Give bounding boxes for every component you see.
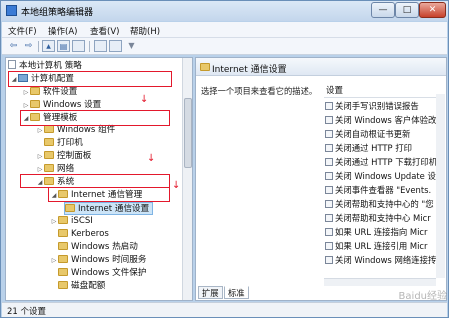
window: 本地组策略编辑器 — □ ✕ 文件(F) 操作(A) 查看(V) 帮助(H) ⇦… — [0, 0, 449, 318]
menu-help[interactable]: 帮助(H) — [130, 25, 160, 37]
folder-icon — [58, 268, 68, 276]
toolbar-separator — [38, 41, 39, 52]
tree-internet-comm-settings[interactable]: Internet 通信设置 — [64, 202, 154, 215]
folder-icon — [58, 229, 68, 237]
menu-view[interactable]: 查看(V) — [90, 25, 119, 37]
setting-row[interactable]: 关闭帮助和支持中心的 "您 — [325, 198, 434, 211]
setting-row[interactable]: 如果 URL 连接指向 Micr — [325, 226, 427, 239]
tree-scrollbar[interactable] — [182, 58, 192, 300]
folder-icon — [58, 281, 68, 289]
column-header-setting[interactable]: 设置 — [324, 84, 444, 98]
policy-icon — [325, 102, 333, 110]
toolbar: ⇦ ⇨ ▲ ▤ ▼ — [2, 38, 447, 55]
setting-row[interactable]: 关闭事件查看器 "Events. — [325, 184, 431, 197]
help-icon[interactable] — [109, 40, 122, 52]
policy-icon — [325, 186, 333, 194]
close-button[interactable]: ✕ — [419, 2, 446, 18]
folder-icon — [44, 151, 54, 159]
tree-windows-time[interactable]: ▷ Windows 时间服务 — [50, 254, 146, 267]
collapse-arrow-icon[interactable]: ▷ — [50, 254, 58, 267]
status-bar: 21 个设置 — [2, 302, 447, 317]
menu-file[interactable]: 文件(F) — [8, 25, 37, 37]
annotation-arrow-down-icon: ↓ — [172, 180, 181, 191]
up-level-icon[interactable]: ▲ — [42, 40, 55, 52]
tree-kerberos[interactable]: Kerberos — [50, 228, 109, 241]
collapse-arrow-icon[interactable]: ▷ — [22, 86, 30, 99]
details-title: Internet 通信设置 — [212, 65, 287, 75]
watermark: Baidu经验 — [398, 291, 447, 302]
setting-row[interactable]: 关闭 Windows Update 设 — [325, 170, 436, 183]
title-bar: 本地组策略编辑器 — □ ✕ — [1, 1, 448, 21]
policy-icon — [325, 256, 333, 264]
setting-row[interactable]: 关闭 Windows 网络连接抟 — [325, 254, 436, 267]
folder-icon — [58, 242, 68, 250]
app-icon — [6, 5, 17, 16]
tree-control-panel[interactable]: ▷ 控制面板 — [36, 150, 91, 163]
annotation-box-admin-templates — [20, 110, 170, 126]
policy-icon — [325, 158, 333, 166]
tree-scroll-thumb[interactable] — [184, 98, 192, 168]
setting-row[interactable]: 关闭手写识别错误报告 — [325, 100, 419, 113]
policy-icon — [325, 172, 333, 180]
forward-arrow-icon[interactable]: ⇨ — [22, 40, 35, 52]
folder-icon — [65, 204, 75, 212]
folder-icon — [44, 138, 54, 146]
folder-icon — [58, 216, 68, 224]
annotation-box-system — [20, 174, 170, 188]
back-arrow-icon[interactable]: ⇦ — [7, 40, 20, 52]
window-title: 本地组策略编辑器 — [21, 8, 94, 18]
properties-icon[interactable] — [94, 40, 107, 52]
policy-icon — [325, 228, 333, 236]
setting-row[interactable]: 关闭通过 HTTP 下载打印机 — [325, 156, 437, 169]
collapse-arrow-icon[interactable]: ▷ — [36, 150, 44, 163]
collapse-arrow-icon[interactable]: ▷ — [50, 215, 58, 228]
show-hide-tree-icon[interactable]: ▤ — [57, 40, 70, 52]
setting-row[interactable]: 关闭自动根证书更新 — [325, 128, 410, 141]
policy-icon — [325, 130, 333, 138]
folder-icon — [30, 100, 40, 108]
tree-windows-file-protection[interactable]: Windows 文件保护 — [50, 267, 146, 280]
policy-icon — [325, 242, 333, 250]
folder-icon — [44, 125, 54, 133]
tree-iscsi[interactable]: ▷ iSCSI — [50, 215, 93, 228]
status-text: 21 个设置 — [7, 307, 47, 317]
folder-icon — [200, 63, 210, 71]
filter-icon[interactable]: ▼ — [125, 40, 138, 52]
description-text: 选择一个项目来查看它的描述。 — [201, 86, 318, 96]
menu-action[interactable]: 操作(A) — [48, 25, 77, 37]
folder-icon — [58, 255, 68, 263]
setting-row[interactable]: 关闭 Windows 客户体验改 — [325, 114, 436, 127]
details-pane: Internet 通信设置 选择一个项目来查看它的描述。 设置 关闭手写识别错误… — [195, 57, 447, 301]
menu-bar: 文件(F) 操作(A) 查看(V) 帮助(H) — [2, 22, 447, 38]
details-header: Internet 通信设置 — [196, 58, 446, 76]
export-list-icon[interactable] — [72, 40, 85, 52]
tree-software-settings[interactable]: ▷ 软件设置 — [22, 86, 77, 99]
maximize-button[interactable]: □ — [395, 2, 419, 18]
policy-icon — [325, 200, 333, 208]
policy-doc-icon — [8, 60, 16, 69]
tab-standard[interactable]: 标准 — [224, 286, 249, 299]
toolbar-separator — [89, 41, 90, 52]
policy-icon — [325, 116, 333, 124]
tree-pane[interactable]: 本地计算机 策略 ◢ 计算机配置 ▷ 软件设置 ▷ Windows 设置 ◢ 管理模板 … — [5, 57, 193, 301]
folder-icon — [30, 87, 40, 95]
policy-icon — [325, 214, 333, 222]
annotation-arrow-down-icon: ↓ — [147, 153, 156, 164]
tree-disk-quota[interactable]: 磁盘配额 — [50, 280, 105, 293]
annotation-arrow-down-icon: ↓ — [140, 94, 149, 105]
annotation-box-computer-config — [8, 71, 172, 87]
details-scrollbar[interactable] — [436, 94, 445, 278]
tree-windows-boot[interactable]: Windows 热启动 — [50, 241, 138, 254]
setting-row[interactable]: 关闭通过 HTTP 打印 — [325, 142, 412, 155]
tree-printers[interactable]: 打印机 — [36, 137, 83, 150]
folder-icon — [44, 164, 54, 172]
tab-extended[interactable]: 扩展 — [198, 286, 223, 299]
minimize-button[interactable]: — — [371, 2, 395, 18]
policy-icon — [325, 144, 333, 152]
setting-row[interactable]: 关闭帮助和支持中心 Micr — [325, 212, 431, 225]
details-horizontal-scrollbar[interactable] — [324, 278, 436, 286]
setting-row[interactable]: 如果 URL 连接引用 Micr — [325, 240, 427, 253]
annotation-box-internet-comm-mgmt — [48, 187, 170, 202]
